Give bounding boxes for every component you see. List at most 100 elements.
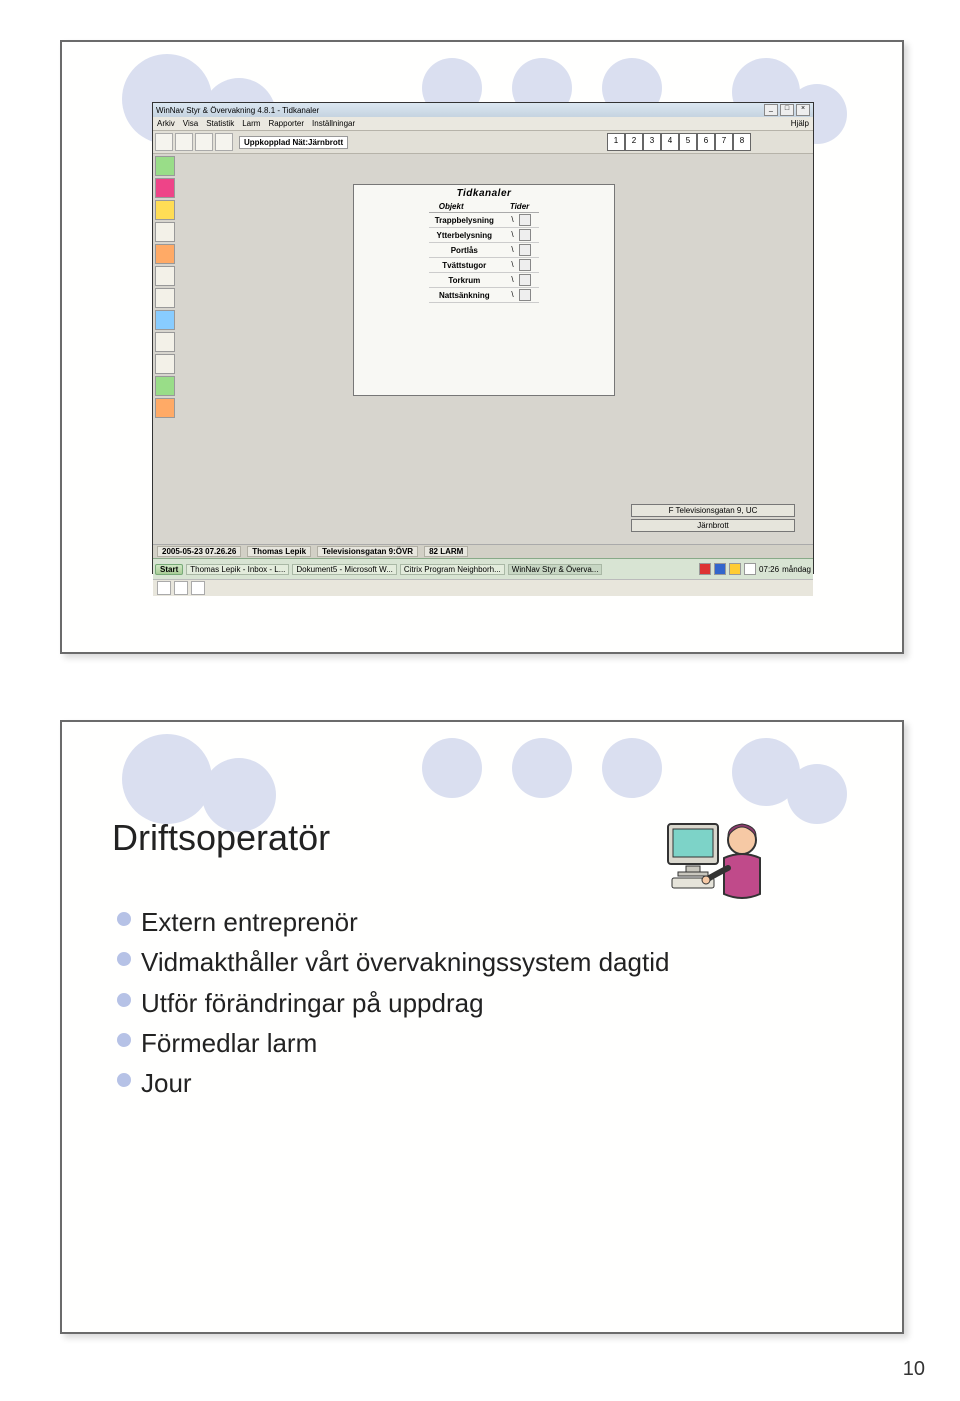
menu-arkiv[interactable]: Arkiv (157, 119, 175, 128)
menu-larm[interactable]: Larm (242, 119, 260, 128)
status-alarm: 82 LARM (424, 546, 468, 557)
bullet-icon (117, 912, 131, 926)
list-item: Utför förändringar på uppdrag (117, 983, 669, 1023)
tidkanaler-table: Objekt Tider Trappbelysning\ Ytterbelysn… (429, 201, 540, 303)
clipart-person-computer-icon (662, 812, 772, 907)
quick-icon[interactable] (191, 581, 205, 595)
tidkanaler-panel: Tidkanaler Objekt Tider Trappbelysning\ … (353, 184, 615, 396)
list-item: Extern entreprenör (117, 902, 669, 942)
toolbar-btn-4[interactable] (215, 133, 233, 151)
side-btn-12[interactable] (155, 398, 175, 418)
time-edit-btn[interactable] (519, 259, 531, 271)
num-8[interactable]: 8 (733, 133, 751, 151)
tray-icon[interactable] (729, 563, 741, 575)
tray-icon[interactable] (714, 563, 726, 575)
num-2[interactable]: 2 (625, 133, 643, 151)
close-button[interactable]: × (796, 104, 810, 116)
statusbar: 2005-05-23 07.26.26 Thomas Lepik Televis… (153, 544, 813, 558)
minimize-button[interactable]: _ (764, 104, 778, 116)
side-btn-7[interactable] (155, 288, 175, 308)
window-title: WinNav Styr & Övervakning 4.8.1 - Tidkan… (156, 106, 319, 115)
slide-title: Driftsoperatör (112, 817, 330, 859)
table-row: Ytterbelysning\ (429, 228, 540, 243)
maximize-button[interactable]: □ (780, 104, 794, 116)
bullet-icon (117, 993, 131, 1007)
status-location: Televisionsgatan 9:ÖVR (317, 546, 418, 557)
col-objekt: Objekt (429, 201, 500, 213)
menubar: Arkiv Visa Statistik Larm Rapporter Inst… (153, 117, 813, 131)
side-btn-2[interactable] (155, 178, 175, 198)
num-3[interactable]: 3 (643, 133, 661, 151)
side-btn-3[interactable] (155, 200, 175, 220)
tray-time: 07:26 (759, 565, 779, 574)
bullet-icon (117, 1073, 131, 1087)
side-btn-8[interactable] (155, 310, 175, 330)
num-4[interactable]: 4 (661, 133, 679, 151)
system-tray: 07:26 måndag (699, 563, 811, 575)
num-5[interactable]: 5 (679, 133, 697, 151)
tray-day: måndag (782, 565, 811, 574)
menu-help[interactable]: Hjälp (791, 119, 809, 128)
side-btn-1[interactable] (155, 156, 175, 176)
start-button[interactable]: Start (155, 564, 183, 575)
time-edit-btn[interactable] (519, 289, 531, 301)
table-row: Portlås\ (429, 243, 540, 258)
info-btn-location[interactable]: F Televisionsgatan 9, UC (631, 504, 795, 517)
quick-launch (153, 579, 813, 596)
taskbar-item[interactable]: Dokument5 - Microsoft W... (292, 564, 396, 575)
menu-visa[interactable]: Visa (183, 119, 198, 128)
side-btn-6[interactable] (155, 266, 175, 286)
page-number: 10 (903, 1358, 925, 1381)
num-6[interactable]: 6 (697, 133, 715, 151)
side-btn-10[interactable] (155, 354, 175, 374)
tray-icon[interactable] (699, 563, 711, 575)
bullet-list: Extern entreprenör Vidmakthåller vårt öv… (117, 902, 669, 1103)
menu-statistik[interactable]: Statistik (206, 119, 234, 128)
taskbar-item-active[interactable]: WinNav Styr & Överva... (508, 564, 603, 575)
app-body: Tidkanaler Objekt Tider Trappbelysning\ … (153, 154, 813, 544)
quick-icon[interactable] (157, 581, 171, 595)
table-row: Nattsänkning\ (429, 288, 540, 303)
menu-rapporter[interactable]: Rapporter (268, 119, 304, 128)
menu-installningar[interactable]: Inställningar (312, 119, 355, 128)
number-buttons: 1 2 3 4 5 6 7 8 (607, 133, 751, 151)
info-btn-net[interactable]: Järnbrott (631, 519, 795, 532)
toolbar-btn-2[interactable] (175, 133, 193, 151)
time-edit-btn[interactable] (519, 244, 531, 256)
time-edit-btn[interactable] (519, 274, 531, 286)
panel-title: Tidkanaler (354, 185, 614, 201)
tray-icon[interactable] (744, 563, 756, 575)
taskbar-item[interactable]: Thomas Lepik - Inbox - L... (186, 564, 289, 575)
quick-icon[interactable] (174, 581, 188, 595)
taskbar: Start Thomas Lepik - Inbox - L... Dokume… (153, 558, 813, 579)
titlebar: WinNav Styr & Övervakning 4.8.1 - Tidkan… (153, 103, 813, 117)
status-datetime: 2005-05-23 07.26.26 (157, 546, 241, 557)
info-buttons: F Televisionsgatan 9, UC Järnbrott (631, 504, 795, 532)
side-btn-11[interactable] (155, 376, 175, 396)
bullet-icon (117, 952, 131, 966)
side-toolbar (155, 156, 175, 418)
side-btn-9[interactable] (155, 332, 175, 352)
table-row: Trappbelysning\ (429, 213, 540, 228)
table-row: Torkrum\ (429, 273, 540, 288)
time-edit-btn[interactable] (519, 229, 531, 241)
toolbar-btn-1[interactable] (155, 133, 173, 151)
time-edit-btn[interactable] (519, 214, 531, 226)
toolbar-btn-3[interactable] (195, 133, 213, 151)
app-window: WinNav Styr & Övervakning 4.8.1 - Tidkan… (152, 102, 814, 574)
bullet-icon (117, 1033, 131, 1047)
list-item: Förmedlar larm (117, 1023, 669, 1063)
connection-status: Uppkopplad Nät:Järnbrott (239, 136, 348, 149)
side-btn-5[interactable] (155, 244, 175, 264)
col-tider: Tider (500, 201, 539, 213)
toolbar: Uppkopplad Nät:Järnbrott 1 2 3 4 5 6 7 8 (153, 131, 813, 154)
slide-2: Driftsoperatör Extern entreprenör Vidmak… (60, 720, 904, 1334)
taskbar-item[interactable]: Citrix Program Neighborh... (400, 564, 505, 575)
num-1[interactable]: 1 (607, 133, 625, 151)
list-item: Jour (117, 1063, 669, 1103)
side-btn-4[interactable] (155, 222, 175, 242)
table-row: Tvättstugor\ (429, 258, 540, 273)
slide-1: WinNav Styr & Övervakning 4.8.1 - Tidkan… (60, 40, 904, 654)
list-item: Vidmakthåller vårt övervakningssystem da… (117, 942, 669, 982)
num-7[interactable]: 7 (715, 133, 733, 151)
